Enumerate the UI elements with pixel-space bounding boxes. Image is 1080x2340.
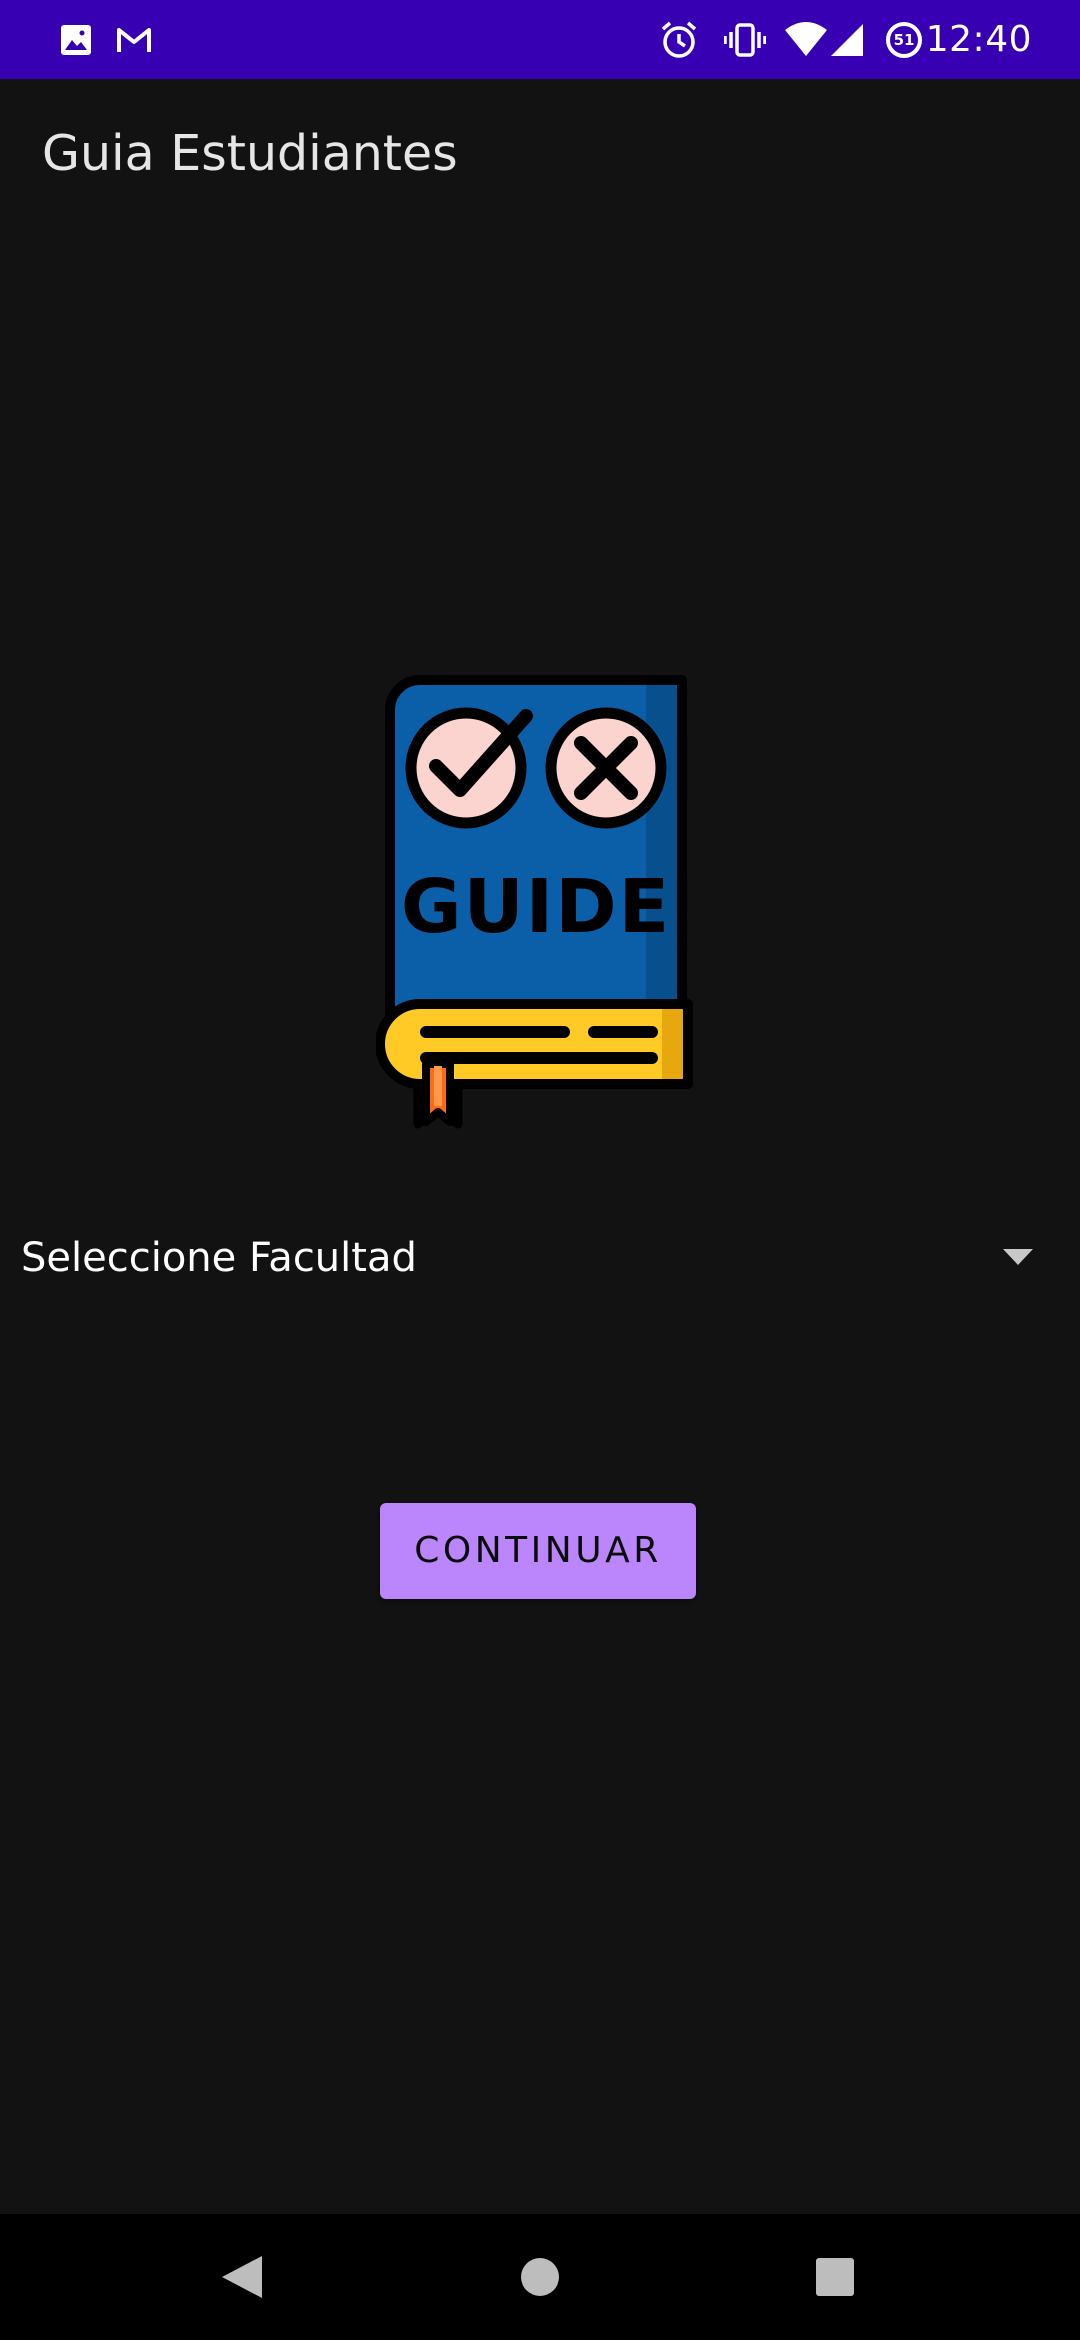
continue-button[interactable]: CONTINUAR [380,1503,696,1599]
dropdown-arrow-icon [1003,1249,1033,1265]
faculty-spinner-value: Seleccione Facultad [21,1235,417,1281]
vibrate-icon [724,23,766,57]
navigation-bar [0,2214,1080,2340]
home-icon[interactable] [520,2257,560,2297]
recents-icon[interactable] [816,2258,854,2296]
guide-book-icon: GUIDE [376,675,693,1129]
logo-text: GUIDE [401,864,671,950]
back-icon[interactable] [220,2254,264,2300]
faculty-spinner[interactable]: Seleccione Facultad [0,1212,1080,1304]
alarm-icon [661,21,697,58]
screen: 51 12:40 Guia Estudiantes GUIDE Seleccio… [0,0,1080,2340]
wifi-icon [785,22,827,56]
status-bar: 51 12:40 [0,0,1080,79]
gmail-icon [117,28,151,52]
signal-icon [831,24,863,56]
app-title: Guia Estudiantes [42,125,458,182]
data-badge: 51 [893,31,915,49]
status-time: 12:40 [925,19,1032,60]
image-icon [61,25,91,55]
